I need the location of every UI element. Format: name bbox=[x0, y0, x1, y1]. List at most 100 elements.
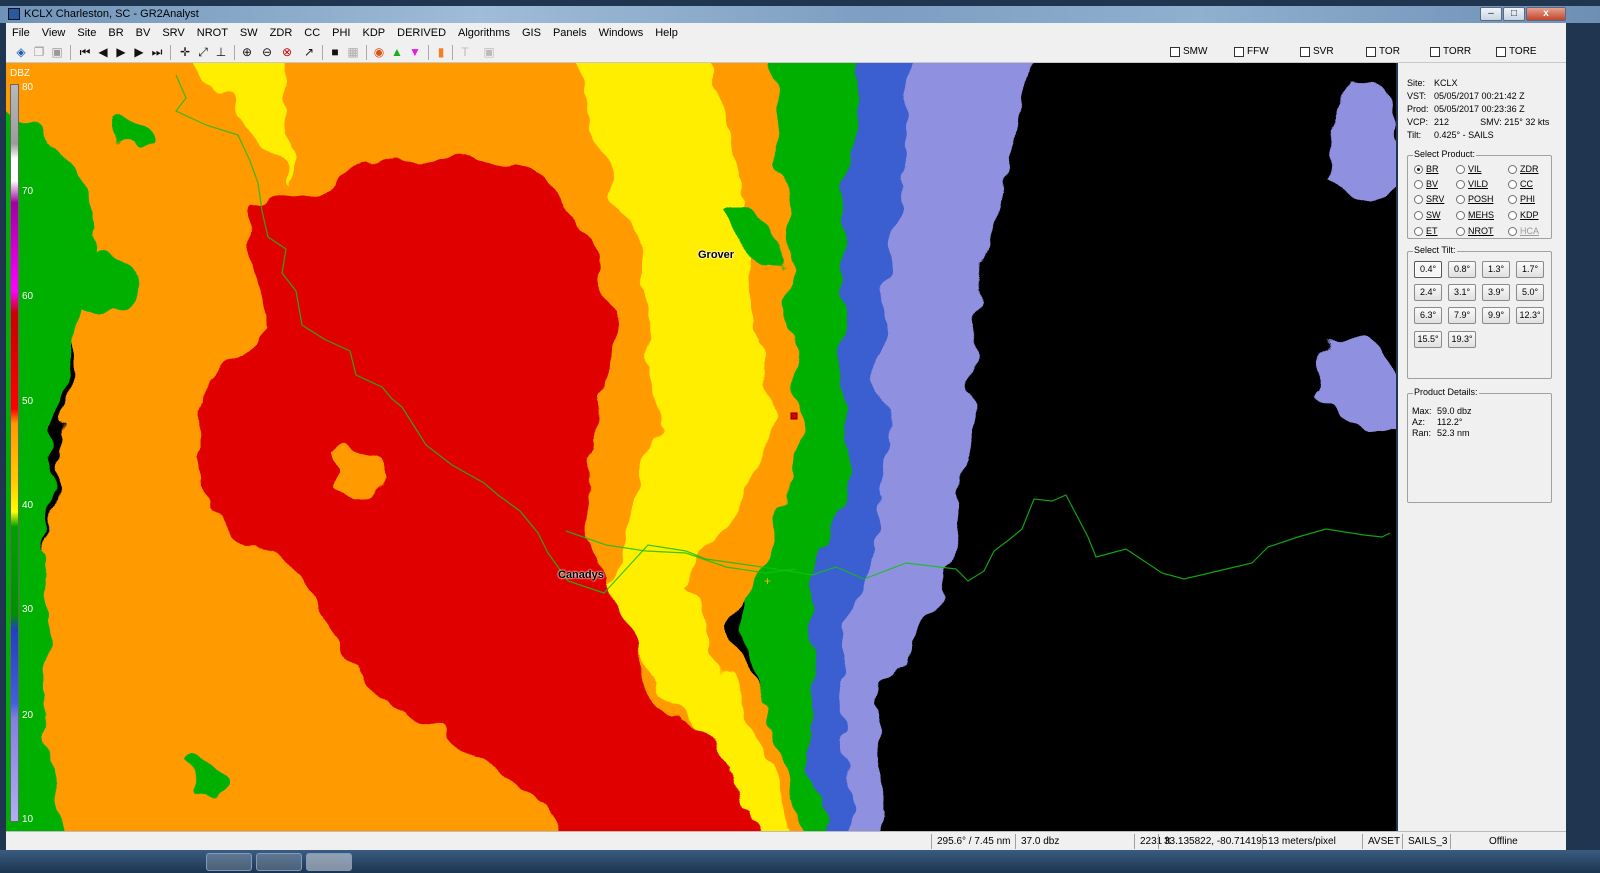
scale-tick: 30 bbox=[22, 604, 34, 615]
product-radio-sw[interactable]: SW bbox=[1414, 210, 1441, 220]
product-radio-mehs[interactable]: MEHS bbox=[1456, 210, 1494, 220]
radar-display[interactable]: + Grover Canadys bbox=[6, 63, 1396, 831]
detail-ran: Ran: 52.3 nm bbox=[1412, 428, 1470, 438]
scale-tick: 80 bbox=[22, 82, 34, 93]
taskbar-app[interactable] bbox=[206, 853, 252, 871]
taskbar-app[interactable] bbox=[256, 853, 302, 871]
warning-toggle-smw[interactable]: SMW bbox=[1170, 46, 1207, 57]
menu-cc[interactable]: CC bbox=[304, 27, 320, 39]
menu-view[interactable]: View bbox=[42, 27, 66, 39]
warning-toggle-torr[interactable]: TORR bbox=[1430, 46, 1471, 57]
scale-unit: DBZ bbox=[10, 68, 30, 79]
product-radio-zdr[interactable]: ZDR bbox=[1508, 164, 1539, 174]
inbound-marker-icon[interactable]: ▲ bbox=[390, 45, 404, 59]
tilt-button[interactable]: 0.4° bbox=[1414, 261, 1442, 278]
product-radio-phi[interactable]: PHI bbox=[1508, 194, 1535, 204]
menu-file[interactable]: File bbox=[12, 27, 30, 39]
product-radio-srv[interactable]: SRV bbox=[1414, 194, 1444, 204]
minimize-button[interactable]: – bbox=[1480, 7, 1502, 21]
color-scale: DBZ 80 70 60 50 40 30 20 10 bbox=[6, 66, 36, 826]
product-radio-cc[interactable]: CC bbox=[1508, 179, 1533, 189]
storm-track-icon[interactable]: ◉ bbox=[372, 45, 386, 59]
warning-toggle-ffw[interactable]: FFW bbox=[1234, 46, 1269, 57]
zoom-reset-icon[interactable]: ⊗ bbox=[280, 45, 294, 59]
zoom-out-icon[interactable]: ⊖ bbox=[260, 45, 274, 59]
tilt-button[interactable]: 6.3° bbox=[1414, 307, 1442, 324]
status-sails: SAILS_3 bbox=[1402, 834, 1450, 849]
tilt-button[interactable]: 3.1° bbox=[1448, 284, 1476, 301]
warning-toggle-svr[interactable]: SVR bbox=[1300, 46, 1334, 57]
menu-phi[interactable]: PHI bbox=[332, 27, 350, 39]
close-button[interactable]: x bbox=[1526, 7, 1566, 21]
tilt-button[interactable]: 3.9° bbox=[1482, 284, 1510, 301]
select-icon[interactable]: ↗ bbox=[302, 45, 316, 59]
status-coordinates: 33.135822, -80.714195 bbox=[1158, 834, 1267, 849]
zoom-in-icon[interactable]: ⊕ bbox=[240, 45, 254, 59]
tilt-button[interactable]: 1.3° bbox=[1482, 261, 1510, 278]
pan-icon[interactable]: ✛ bbox=[178, 45, 192, 59]
product-radio-vild[interactable]: VILD bbox=[1456, 179, 1488, 189]
menu-derived[interactable]: DERIVED bbox=[397, 27, 446, 39]
scale-tick: 20 bbox=[22, 710, 34, 721]
menu-kdp[interactable]: KDP bbox=[363, 27, 386, 39]
black-fill-icon[interactable]: ■ bbox=[328, 45, 342, 59]
play-icon[interactable]: ▶ bbox=[114, 45, 128, 59]
measure-icon[interactable]: ⤢ bbox=[196, 45, 210, 59]
tor-checkbox[interactable] bbox=[1366, 46, 1376, 57]
menu-panels[interactable]: Panels bbox=[553, 27, 587, 39]
menu-algorithms[interactable]: Algorithms bbox=[458, 27, 510, 39]
title-bar[interactable]: KCLX Charleston, SC - GR2Analyst – □ x bbox=[0, 6, 1600, 23]
tilt-button[interactable]: 5.0° bbox=[1516, 284, 1544, 301]
menu-br[interactable]: BR bbox=[108, 27, 123, 39]
product-radio-nrot[interactable]: NROT bbox=[1456, 226, 1494, 236]
menu-site[interactable]: Site bbox=[77, 27, 96, 39]
tilt-button[interactable]: 12.3° bbox=[1516, 307, 1544, 324]
tilt-button[interactable]: 0.8° bbox=[1448, 261, 1476, 278]
product-radio-kdp[interactable]: KDP bbox=[1508, 210, 1539, 220]
outbound-marker-icon[interactable]: ▼ bbox=[408, 45, 422, 59]
info-site: Site: KCLX bbox=[1407, 78, 1458, 88]
grid-icon[interactable]: ▦ bbox=[346, 45, 360, 59]
product-radio-et[interactable]: ET bbox=[1414, 226, 1438, 236]
svr-checkbox[interactable] bbox=[1300, 46, 1310, 57]
copy-icon[interactable]: ❐ bbox=[32, 45, 46, 59]
menu-bv[interactable]: BV bbox=[136, 27, 151, 39]
menu-nrot[interactable]: NROT bbox=[197, 27, 228, 39]
menu-help[interactable]: Help bbox=[655, 27, 678, 39]
next-frame-icon[interactable]: ▶ bbox=[132, 45, 146, 59]
ffw-checkbox[interactable] bbox=[1234, 46, 1244, 57]
smw-checkbox[interactable] bbox=[1170, 46, 1180, 57]
tilt-button[interactable]: 1.7° bbox=[1516, 261, 1544, 278]
torr-checkbox[interactable] bbox=[1430, 46, 1440, 57]
tilt-button[interactable]: 7.9° bbox=[1448, 307, 1476, 324]
cross-section-icon[interactable]: ⊥ bbox=[214, 45, 228, 59]
previous-frame-icon[interactable]: ◀ bbox=[96, 45, 110, 59]
menu-srv[interactable]: SRV bbox=[162, 27, 184, 39]
product-radio-posh[interactable]: POSH bbox=[1456, 194, 1494, 204]
maximize-button[interactable]: □ bbox=[1503, 7, 1525, 21]
tore-checkbox[interactable] bbox=[1496, 46, 1506, 57]
open-site-icon[interactable]: ◈ bbox=[14, 45, 28, 59]
menu-gis[interactable]: GIS bbox=[522, 27, 541, 39]
menu-windows[interactable]: Windows bbox=[599, 27, 644, 39]
product-radio-bv[interactable]: BV bbox=[1414, 179, 1438, 189]
info-tilt: Tilt: 0.425° - SAILS bbox=[1407, 130, 1494, 140]
layers-icon[interactable]: ▣ bbox=[482, 45, 496, 59]
warning-toggle-tore[interactable]: TORE bbox=[1496, 46, 1537, 57]
warning-toggle-tor[interactable]: TOR bbox=[1366, 46, 1400, 57]
product-radio-br[interactable]: BR bbox=[1414, 164, 1439, 174]
tilt-button[interactable]: 9.9° bbox=[1482, 307, 1510, 324]
first-frame-icon[interactable]: ⏮ bbox=[78, 45, 92, 59]
product-radio-hca[interactable]: HCA bbox=[1508, 226, 1539, 236]
taskbar-app-active[interactable] bbox=[306, 853, 352, 871]
tilt-button[interactable]: 2.4° bbox=[1414, 284, 1442, 301]
menu-zdr[interactable]: ZDR bbox=[270, 27, 293, 39]
placefile-icon[interactable]: ▮ bbox=[434, 45, 448, 59]
tilt-button[interactable]: 15.5° bbox=[1414, 331, 1442, 348]
tilt-button[interactable]: 19.3° bbox=[1448, 331, 1476, 348]
save-image-icon[interactable]: ▣ bbox=[50, 45, 64, 59]
last-frame-icon[interactable]: ⏭ bbox=[150, 45, 164, 59]
menu-sw[interactable]: SW bbox=[240, 27, 258, 39]
product-radio-vil[interactable]: VIL bbox=[1456, 164, 1482, 174]
text-tool-icon[interactable]: T bbox=[458, 45, 472, 59]
